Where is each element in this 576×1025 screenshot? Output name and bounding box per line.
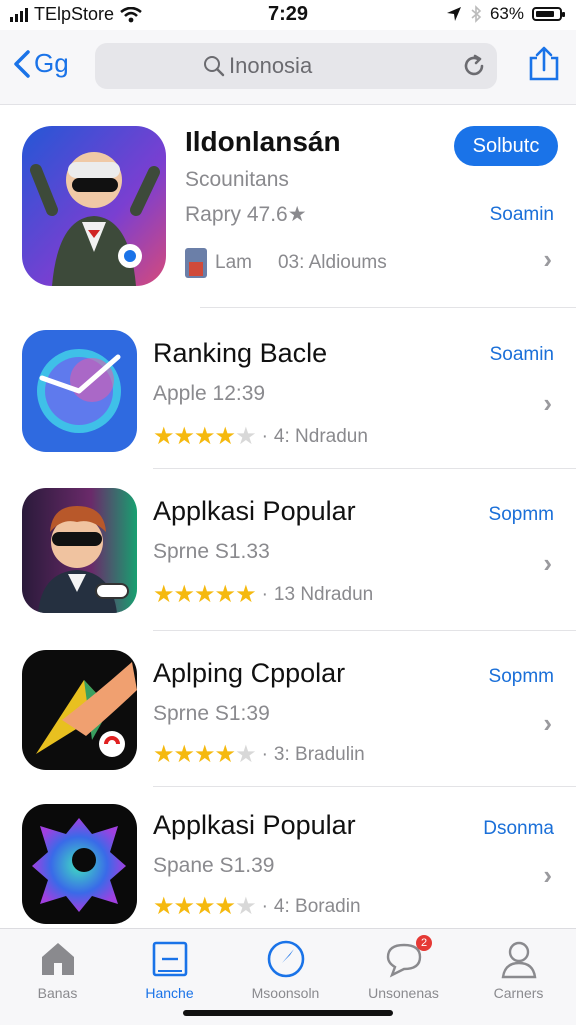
app-rating: ★★★★★ · 13 Ndradun — [153, 581, 374, 608]
tab-label: Msoonsoln — [251, 985, 320, 1001]
location-icon — [446, 7, 461, 21]
app-link[interactable]: Sopmm — [489, 504, 554, 526]
featured-app-name: Ildonlansán — [185, 126, 341, 157]
featured-app-row[interactable]: Ildonlansán Scounitans Rapry 47.6★ Solbu… — [0, 104, 576, 308]
status-bar: TElpStore 7:29 63% — [0, 0, 576, 30]
app-row[interactable]: Aplping Cppolar Sprne S1:39 ★★★★★ · 3: B… — [0, 630, 576, 787]
list-icon — [152, 941, 188, 977]
app-subtitle: Apple 12:39 — [153, 382, 266, 405]
rating-text: 13 Ndradun — [273, 583, 374, 605]
app-icon-character — [22, 488, 137, 613]
app-icon-clock — [22, 330, 137, 452]
tab-label: Carners — [493, 985, 544, 1001]
search-field[interactable]: Inonosia — [95, 43, 497, 89]
app-icon-orb — [22, 804, 137, 924]
app-name: Ranking Bacle — [153, 338, 328, 368]
rating-text: 4: Boradin — [273, 895, 361, 917]
app-subtitle: Spane S1.39 — [153, 854, 275, 877]
home-indicator — [183, 1010, 393, 1016]
app-row[interactable]: Applkasi Popular Spane S1.39 ★★★★★ · 4: … — [0, 786, 576, 932]
featured-rating-text: Rapry 47.6★ — [185, 203, 307, 226]
featured-app-subtitle: Scounitans — [185, 168, 289, 191]
chevron-right-icon[interactable]: › — [543, 244, 552, 275]
rating-text: 3: Bradulin — [273, 743, 365, 765]
app-link[interactable]: Dsonma — [483, 818, 554, 840]
tab-label: Hanche — [145, 985, 194, 1001]
featured-get-button[interactable]: Solbutc — [454, 126, 558, 166]
app-subtitle: Sprne S1:39 — [153, 702, 270, 725]
status-right: 63% — [446, 4, 565, 24]
share-icon[interactable] — [528, 46, 560, 82]
app-name: Applkasi Popular — [153, 496, 356, 526]
app-name: Applkasi Popular — [153, 810, 356, 840]
featured-app-icon — [22, 126, 166, 286]
notification-badge: 2 — [416, 935, 432, 951]
chevron-right-icon[interactable]: › — [543, 388, 552, 419]
back-label: Gg — [34, 48, 69, 78]
thumbnail-icon — [185, 248, 207, 278]
app-link[interactable]: Sopmm — [489, 666, 554, 688]
bluetooth-icon — [471, 5, 482, 23]
search-text: Inonosia — [229, 53, 313, 78]
chevron-left-icon — [14, 49, 30, 78]
app-link[interactable]: Soamin — [490, 344, 554, 366]
star-rating-icon: ★★★★★ — [153, 893, 257, 920]
featured-link[interactable]: Soamin — [490, 204, 554, 226]
app-icon-hand — [22, 650, 137, 770]
person-icon — [501, 941, 537, 979]
star-rating-icon: ★★★★★ — [153, 581, 257, 608]
tab-label: Unsonenas — [368, 985, 439, 1001]
battery-percent: 63% — [489, 4, 524, 23]
chevron-right-icon[interactable]: › — [543, 548, 552, 579]
app-rating: ★★★★★ · 3: Bradulin — [153, 741, 365, 768]
featured-meta-a: Lam — [215, 252, 252, 273]
app-name: Aplping Cppolar — [153, 658, 346, 688]
compass-icon — [267, 940, 305, 978]
tab-profile[interactable]: Carners — [461, 929, 576, 1025]
featured-meta: Lam 03: Aldioums — [185, 248, 387, 278]
rating-text: 4: Ndradun — [273, 425, 368, 447]
battery-icon — [532, 7, 565, 21]
app-rating: ★★★★★ · 4: Boradin — [153, 893, 361, 920]
navigation-bar: Gg Inonosia — [0, 30, 576, 105]
app-row[interactable]: Applkasi Popular Sprne S1.33 ★★★★★ · 13 … — [0, 468, 576, 631]
star-rating-icon: ★★★★★ — [153, 423, 257, 450]
chevron-right-icon[interactable]: › — [543, 708, 552, 739]
app-subtitle: Sprne S1.33 — [153, 540, 270, 563]
search-icon — [204, 56, 225, 77]
featured-meta-b: 03: Aldioums — [277, 252, 387, 273]
star-rating-icon: ★★★★★ — [153, 741, 257, 768]
app-rating: ★★★★★ · 4: Ndradun — [153, 423, 368, 450]
reload-icon[interactable] — [461, 53, 487, 79]
app-row[interactable]: Ranking Bacle Apple 12:39 ★★★★★ · 4: Ndr… — [0, 308, 576, 469]
tab-home[interactable]: Banas — [0, 929, 115, 1025]
home-icon — [42, 943, 74, 975]
tab-label: Banas — [37, 985, 78, 1001]
back-button[interactable]: Gg — [12, 48, 69, 79]
chevron-right-icon[interactable]: › — [543, 860, 552, 891]
